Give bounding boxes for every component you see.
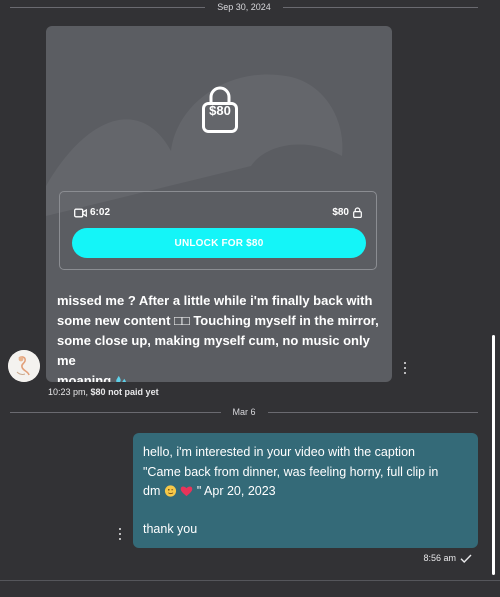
message-closing: thank you xyxy=(143,522,198,536)
media-price: $80 xyxy=(332,207,362,218)
video-duration: 6:02 xyxy=(74,207,110,218)
divider-line xyxy=(10,6,206,8)
winking-face-emoji xyxy=(164,485,176,497)
caption-line: some close up, making myself cum, no mus… xyxy=(57,333,370,368)
sweat-droplets-emoji xyxy=(116,375,126,382)
date-divider: Sep 30, 2024 xyxy=(10,0,478,14)
date-divider: Mar 6 xyxy=(10,405,479,419)
message-options-icon[interactable] xyxy=(400,361,410,375)
message-time: 10:23 pm, xyxy=(48,387,89,397)
message-options-icon[interactable] xyxy=(115,527,125,541)
outgoing-meta: 8:56 am xyxy=(423,553,472,563)
locked-media-message[interactable]: $80 6:02 $80 UNLOCK FOR $80 missed me ? … xyxy=(46,26,392,382)
caption-line: moaning xyxy=(57,373,112,382)
message-line: hello, i'm interested in your video with… xyxy=(143,445,415,459)
message-line: "Came back from dinner, was feeling horn… xyxy=(143,464,439,479)
message-line: dm xyxy=(143,484,161,498)
divider-line xyxy=(267,411,479,413)
avatar[interactable] xyxy=(8,350,40,382)
caption-line: some new content □□ Touching myself in t… xyxy=(57,313,379,328)
message-line: " Apr 20, 2023 xyxy=(196,484,276,498)
unlock-button[interactable]: UNLOCK FOR $80 xyxy=(72,228,366,258)
date-label: Sep 30, 2024 xyxy=(217,2,271,12)
scrollbar[interactable] xyxy=(492,335,495,575)
lock-icon xyxy=(353,207,362,218)
lock-price: $80 xyxy=(209,103,231,118)
checkmark-icon xyxy=(460,554,472,563)
caption-line: missed me ? After a little while i'm fin… xyxy=(57,293,373,308)
message-time: 8:56 am xyxy=(423,553,456,563)
duration-text: 6:02 xyxy=(90,207,111,218)
outgoing-message[interactable]: hello, i'm interested in your video with… xyxy=(133,433,478,548)
message-meta: 10:23 pm, $80 not paid yet xyxy=(48,387,159,397)
outgoing-text: hello, i'm interested in your video with… xyxy=(143,443,473,502)
composer-divider xyxy=(0,580,500,581)
heart-emoji xyxy=(181,486,193,497)
payment-status: $80 not paid yet xyxy=(90,387,159,397)
lock-icon: $80 xyxy=(202,84,238,134)
message-caption: missed me ? After a little while i'm fin… xyxy=(57,291,387,382)
video-camera-icon xyxy=(74,208,87,217)
date-label: Mar 6 xyxy=(232,407,256,417)
price-text: $80 xyxy=(332,207,349,218)
divider-line xyxy=(282,6,478,8)
divider-line xyxy=(10,411,221,413)
media-info-box: 6:02 $80 UNLOCK FOR $80 xyxy=(59,191,377,270)
